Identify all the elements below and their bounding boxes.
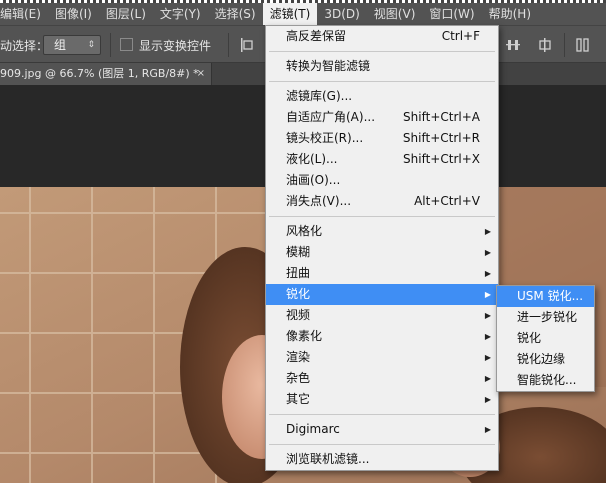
show-transform-label: 显示变换控件 <box>139 39 212 53</box>
submenu-arrow-icon: ▶ <box>484 248 491 257</box>
filter-menu-item[interactable]: 锐化 ▶ <box>266 284 498 305</box>
filter-menu-item-label: 滤镜库(G)... <box>286 89 353 103</box>
menu-help[interactable]: 帮助(H) <box>482 3 538 25</box>
menu-layer[interactable]: 图层(L) <box>99 3 153 25</box>
filter-menu-item[interactable]: 像素化 ▶ <box>266 326 498 347</box>
submenu-arrow-icon: ▶ <box>484 374 491 383</box>
filter-menu-item-shortcut: Alt+Ctrl+V <box>414 194 480 208</box>
filter-menu-item[interactable]: 浏览联机滤镜... <box>266 449 498 470</box>
menu-image[interactable]: 图像(I) <box>48 3 99 25</box>
filter-menu-item[interactable]: 模糊 ▶ <box>266 242 498 263</box>
sharpen-submenu-item[interactable]: USM 锐化... <box>497 286 594 307</box>
show-transform-checkbox[interactable] <box>120 38 133 51</box>
menu-separator <box>266 440 498 449</box>
filter-menu-item[interactable]: 滤镜库(G)... <box>266 86 498 107</box>
dropdown-arrow-icon: ⇕ <box>87 40 95 50</box>
filter-menu-item-shortcut: Shift+Ctrl+X <box>403 152 480 166</box>
filter-menu-item-label: 模糊 <box>286 245 311 259</box>
sharpen-submenu-item[interactable]: 锐化 <box>497 328 594 349</box>
filter-menu-item[interactable]: 油画(O)... <box>266 170 498 191</box>
submenu-arrow-icon: ▶ <box>484 395 491 404</box>
filter-menu-item-label: 锐化 <box>286 287 311 301</box>
menu-edit[interactable]: 编辑(E) <box>0 3 48 25</box>
filter-menu-item-label: 自适应广角(A)... <box>286 110 376 124</box>
filter-menu-item[interactable]: 转换为智能滤镜 <box>266 56 498 77</box>
menu-bar: 编辑(E) 图像(I) 图层(L) 文字(Y) 选择(S) 滤镜(T) 3D(D… <box>0 3 606 25</box>
options-separator <box>564 33 565 57</box>
filter-menu-item-label: 油画(O)... <box>286 173 341 187</box>
filter-menu-item-shortcut: Shift+Ctrl+R <box>402 131 480 145</box>
filter-menu-item-shortcut: Shift+Ctrl+A <box>403 110 480 124</box>
filter-menu-item[interactable]: 镜头校正(R)... Shift+Ctrl+R <box>266 128 498 149</box>
submenu-arrow-icon: ▶ <box>484 425 491 434</box>
options-separator <box>110 33 111 57</box>
submenu-arrow-icon: ▶ <box>484 353 491 362</box>
auto-select-target-dropdown[interactable]: 组 ⇕ <box>43 35 101 55</box>
filter-menu-item[interactable]: 液化(L)... Shift+Ctrl+X <box>266 149 498 170</box>
filter-menu-item-label: 高反差保留 <box>286 29 347 43</box>
filter-menu-item-label: 杂色 <box>286 371 311 385</box>
align-left-edges-icon[interactable] <box>240 37 254 53</box>
filter-menu-item-label: 风格化 <box>286 224 323 238</box>
filter-menu-item-label: 镜头校正(R)... <box>286 131 364 145</box>
filter-menu-item-label: 液化(L)... <box>286 152 338 166</box>
filter-menu-item[interactable]: 扭曲 ▶ <box>266 263 498 284</box>
menu-window[interactable]: 窗口(W) <box>422 3 481 25</box>
filter-menu-item-label: 消失点(V)... <box>286 194 352 208</box>
submenu-arrow-icon: ▶ <box>484 311 491 320</box>
sharpen-submenu-item-label: 锐化边缘 <box>517 352 566 366</box>
filter-menu-item-label: 渲染 <box>286 350 311 364</box>
submenu-arrow-icon: ▶ <box>484 269 491 278</box>
filter-menu-item-label: 其它 <box>286 392 311 406</box>
filter-menu-item[interactable]: Digimarc ▶ <box>266 419 498 440</box>
menu-type[interactable]: 文字(Y) <box>153 3 208 25</box>
submenu-arrow-icon: ▶ <box>484 227 491 236</box>
menu-separator <box>266 410 498 419</box>
menu-separator <box>266 212 498 221</box>
filter-menu-item-label: 转换为智能滤镜 <box>286 59 371 73</box>
menu-separator <box>266 47 498 56</box>
filter-menu-item[interactable]: 杂色 ▶ <box>266 368 498 389</box>
auto-select-target-value: 组 <box>54 38 67 52</box>
filter-menu-item-label: 浏览联机滤镜... <box>286 452 370 466</box>
sharpen-submenu: USM 锐化... 进一步锐化锐化锐化边缘智能锐化... <box>496 285 595 392</box>
filter-menu-item-label: 视频 <box>286 308 311 322</box>
menu-select[interactable]: 选择(S) <box>208 3 263 25</box>
filter-menu-item-label: 扭曲 <box>286 266 311 280</box>
filter-menu-item-label: Digimarc <box>286 422 340 436</box>
filter-menu-item[interactable]: 其它 ▶ <box>266 389 498 410</box>
close-tab-icon[interactable]: × <box>197 63 205 85</box>
sharpen-submenu-item[interactable]: 进一步锐化 <box>497 307 594 328</box>
filter-menu-item[interactable]: 消失点(V)... Alt+Ctrl+V <box>266 191 498 212</box>
menu-separator <box>266 77 498 86</box>
filter-menu-item[interactable]: 自适应广角(A)... Shift+Ctrl+A <box>266 107 498 128</box>
sharpen-submenu-item-label: 进一步锐化 <box>517 310 578 324</box>
filter-menu-item-shortcut: Ctrl+F <box>441 29 480 43</box>
submenu-arrow-icon: ▶ <box>484 290 491 299</box>
sharpen-submenu-item-label: 锐化 <box>517 331 542 345</box>
distribute-horizontal-icon[interactable] <box>506 37 520 53</box>
sharpen-submenu-item[interactable]: 智能锐化... <box>497 370 594 391</box>
options-separator <box>228 33 229 57</box>
filter-menu-item[interactable]: 风格化 ▶ <box>266 221 498 242</box>
filter-menu-item[interactable]: 视频 ▶ <box>266 305 498 326</box>
distribute-centers-icon[interactable] <box>538 37 552 53</box>
filter-menu-item[interactable]: 渲染 ▶ <box>266 347 498 368</box>
filter-menu: 高反差保留 Ctrl+F 转换为智能滤镜 滤镜库(G)... 自适应广角(A)... Sh… <box>265 25 499 471</box>
document-tab-title: 909.jpg @ 66.7% (图层 1, RGB/8#) * <box>0 67 199 80</box>
auto-select-label: 动选择： <box>0 39 49 53</box>
auto-align-layers-icon[interactable] <box>576 37 590 53</box>
sharpen-submenu-item-label: USM 锐化... <box>517 289 584 303</box>
sharpen-submenu-item-label: 智能锐化... <box>517 373 577 387</box>
filter-menu-item[interactable]: 高反差保留 Ctrl+F <box>266 26 498 47</box>
sharpen-submenu-item[interactable]: 锐化边缘 <box>497 349 594 370</box>
menu-view[interactable]: 视图(V) <box>367 3 423 25</box>
document-tab[interactable]: 909.jpg @ 66.7% (图层 1, RGB/8#) * × <box>0 63 212 85</box>
filter-menu-item-label: 像素化 <box>286 329 323 343</box>
submenu-arrow-icon: ▶ <box>484 332 491 341</box>
menu-filter[interactable]: 滤镜(T) <box>262 3 318 25</box>
menu-3d[interactable]: 3D(D) <box>317 3 366 25</box>
